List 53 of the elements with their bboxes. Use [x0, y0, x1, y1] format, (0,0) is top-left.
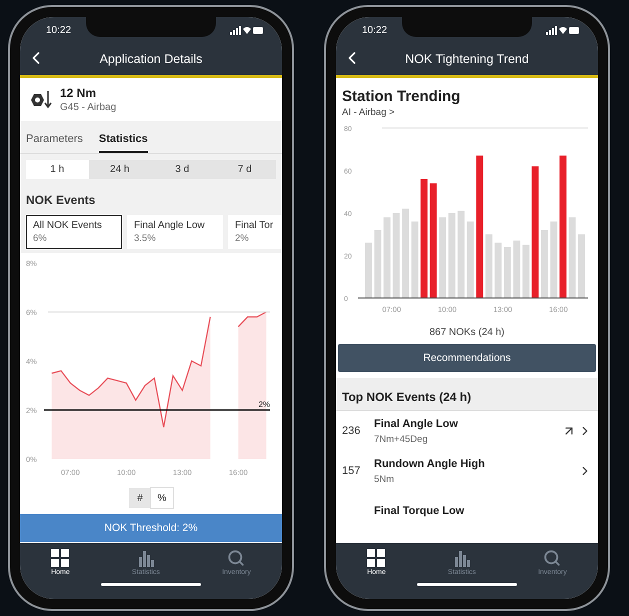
range-option[interactable]: 1 h — [26, 160, 88, 179]
bar — [485, 234, 492, 298]
event-card[interactable]: Final Angle Low 3.5% — [127, 215, 223, 249]
bar — [374, 230, 382, 298]
section-title: NOK Events — [25, 192, 96, 209]
tab[interactable]: Parameters — [26, 129, 83, 153]
status-time: 10:22 — [362, 24, 388, 36]
bar-chart-icon — [452, 549, 471, 567]
search-icon — [543, 549, 562, 567]
bar — [541, 230, 548, 298]
unit-toggle[interactable]: % — [151, 488, 173, 508]
event-count: 157 — [342, 465, 362, 477]
bar-chart-icon — [136, 549, 155, 567]
bar — [513, 240, 520, 298]
home-grid-icon — [51, 549, 70, 567]
page-heading: Station Trending — [341, 87, 462, 107]
list-header: Top NOK Events (24 h) — [336, 378, 598, 411]
event-detail: 7Nm+45Deg — [374, 434, 429, 444]
threshold-label: 2% — [258, 400, 270, 409]
event-detail: 5Nm — [374, 474, 396, 484]
station-link[interactable]: AI - Airbag > — [336, 107, 598, 118]
bar — [578, 234, 585, 298]
recommendations-button[interactable]: Recommendations — [338, 344, 596, 372]
bar — [504, 247, 511, 298]
screen-title: NOK Tightening Trend — [405, 52, 529, 66]
threshold-button[interactable]: NOK Threshold: 2% — [20, 514, 282, 542]
bar — [494, 242, 502, 298]
status-time: 10:22 — [46, 24, 72, 36]
event-card[interactable]: All NOK Events 6% — [26, 215, 122, 249]
range-option[interactable]: 3 d — [151, 160, 214, 179]
home-grid-icon — [367, 549, 386, 567]
unit-toggle[interactable]: # — [129, 488, 151, 508]
tab[interactable]: Statistics — [98, 129, 148, 153]
range-option[interactable]: 7 d — [214, 160, 276, 179]
event-count: 236 — [342, 425, 362, 437]
screen-title: Application Details — [100, 52, 202, 66]
event-title: Final Torque Low — [374, 505, 466, 517]
event-card[interactable]: Final Tor 2% — [228, 215, 282, 249]
range-option[interactable]: 24 h — [88, 160, 151, 179]
application-name: G45 - Airbag — [60, 102, 116, 113]
torque-value: 12 Nm — [60, 86, 98, 100]
event-title: Final Angle Low — [374, 418, 459, 430]
event-row[interactable]: 236 Final Angle Low 7Nm+45Deg — [336, 411, 598, 451]
event-row[interactable]: Final Torque Low — [336, 491, 598, 531]
nok-summary: 867 NOKs (24 h) — [428, 326, 506, 340]
event-row[interactable]: 157 Rundown Angle High 5Nm — [336, 451, 598, 491]
bar — [522, 244, 530, 298]
nut-icon — [30, 90, 52, 110]
status-icons — [230, 26, 264, 34]
search-icon — [227, 549, 246, 567]
status-icons — [546, 26, 580, 34]
bar — [365, 242, 372, 298]
event-title: Rundown Angle High — [374, 458, 486, 470]
